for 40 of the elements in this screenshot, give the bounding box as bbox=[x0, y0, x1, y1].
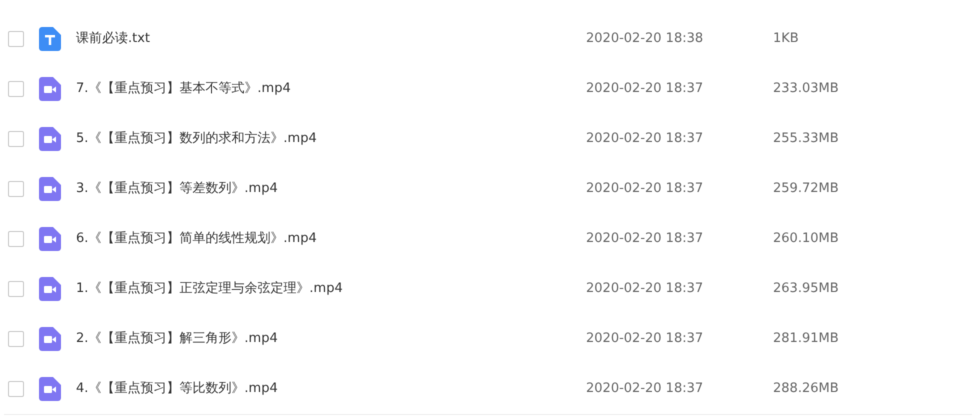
checkbox[interactable] bbox=[8, 131, 24, 147]
video-file-icon bbox=[39, 177, 61, 201]
file-name[interactable]: 课前必读.txt bbox=[76, 29, 586, 49]
modified-date: 2020-02-20 18:37 bbox=[586, 380, 704, 398]
modified-date: 2020-02-20 18:37 bbox=[586, 180, 704, 198]
file-name[interactable]: 1.《【重点预习】正弦定理与余弦定理》.mp4 bbox=[76, 279, 586, 299]
file-size: 255.33MB bbox=[773, 130, 839, 148]
video-file-icon bbox=[39, 277, 61, 301]
modified-date: 2020-02-20 18:37 bbox=[586, 230, 704, 248]
checkbox[interactable] bbox=[8, 381, 24, 397]
video-file-icon bbox=[39, 377, 61, 401]
checkbox[interactable] bbox=[8, 231, 24, 247]
file-name[interactable]: 3.《【重点预习】等差数列》.mp4 bbox=[76, 179, 586, 199]
checkbox[interactable] bbox=[8, 81, 24, 97]
modified-date: 2020-02-20 18:38 bbox=[586, 30, 704, 48]
modified-date: 2020-02-20 18:37 bbox=[586, 80, 704, 98]
file-size: 288.26MB bbox=[773, 380, 839, 398]
file-size: 259.72MB bbox=[773, 180, 839, 198]
checkbox[interactable] bbox=[8, 31, 24, 47]
checkbox[interactable] bbox=[8, 331, 24, 347]
checkbox[interactable] bbox=[8, 181, 24, 197]
file-size: 260.10MB bbox=[773, 230, 839, 248]
modified-date: 2020-02-20 18:37 bbox=[586, 130, 704, 148]
file-name[interactable]: 4.《【重点预习】等比数列》.mp4 bbox=[76, 379, 586, 399]
file-name[interactable]: 2.《【重点预习】解三角形》.mp4 bbox=[76, 329, 586, 349]
video-file-icon bbox=[39, 327, 61, 351]
file-name[interactable]: 6.《【重点预习】简单的线性规划》.mp4 bbox=[76, 229, 586, 249]
file-size: 281.91MB bbox=[773, 330, 839, 348]
file-size: 1KB bbox=[773, 30, 799, 48]
modified-date: 2020-02-20 18:37 bbox=[586, 280, 704, 298]
file-size: 233.03MB bbox=[773, 80, 839, 98]
file-size: 263.95MB bbox=[773, 280, 839, 298]
checkbox[interactable] bbox=[8, 281, 24, 297]
file-name[interactable]: 5.《【重点预习】数列的求和方法》.mp4 bbox=[76, 129, 586, 149]
video-file-icon bbox=[39, 227, 61, 251]
text-file-icon bbox=[39, 27, 61, 51]
video-file-icon bbox=[39, 127, 61, 151]
modified-date: 2020-02-20 18:37 bbox=[586, 330, 704, 348]
file-name[interactable]: 7.《【重点预习】基本不等式》.mp4 bbox=[76, 79, 586, 99]
video-file-icon bbox=[39, 77, 61, 101]
